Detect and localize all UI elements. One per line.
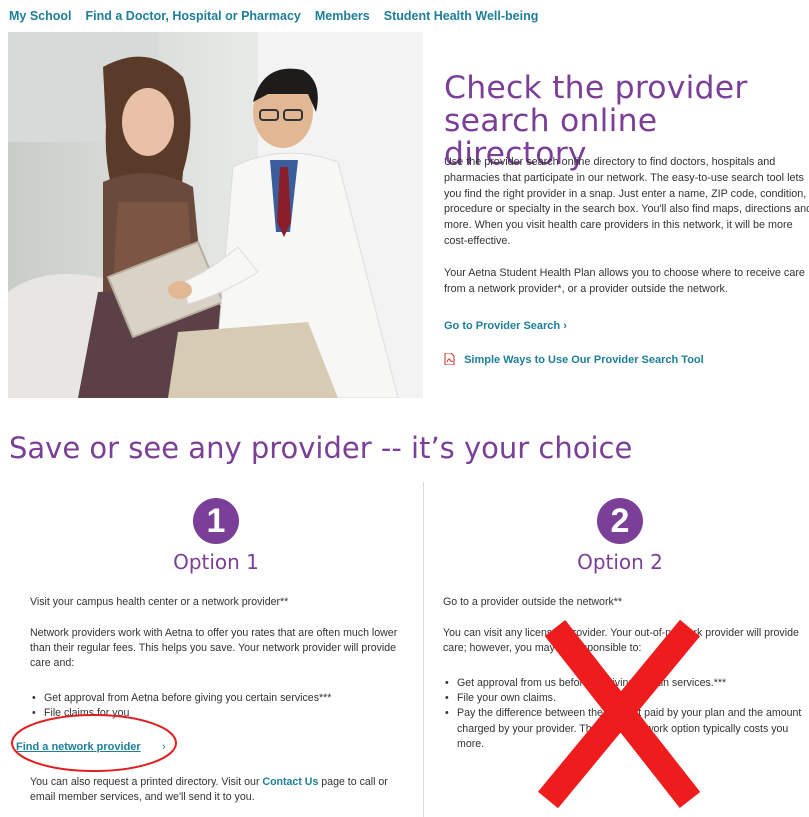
provider-search-pdf-link[interactable]: Simple Ways to Use Our Provider Search T… bbox=[444, 353, 704, 366]
contact-us-link[interactable]: Contact Us bbox=[262, 776, 318, 788]
option1-body: Network providers work with Aetna to off… bbox=[30, 627, 398, 670]
find-network-provider-label: Find a network provider bbox=[16, 741, 141, 753]
list-item: File claims for you bbox=[32, 706, 424, 721]
list-item: File your own claims. bbox=[445, 691, 809, 706]
pdf-icon bbox=[444, 353, 455, 365]
nav-find-doctor[interactable]: Find a Doctor, Hospital or Pharmacy bbox=[86, 6, 301, 26]
section-title: Save or see any provider -- it’s your ch… bbox=[9, 431, 633, 465]
list-item: Get approval from us before receiving ce… bbox=[445, 676, 809, 691]
list-item: Get approval from Aetna before giving yo… bbox=[32, 691, 424, 706]
option2-bullets: Get approval from us before receiving ce… bbox=[443, 676, 809, 752]
nav-members[interactable]: Members bbox=[315, 6, 370, 26]
option1-title: Option 1 bbox=[173, 550, 259, 574]
list-item: Pay the difference between the amount pa… bbox=[445, 706, 809, 752]
hero-illustration bbox=[8, 32, 423, 398]
hero-photo bbox=[8, 32, 423, 398]
column-divider bbox=[423, 482, 424, 817]
chevron-right-icon: › bbox=[162, 741, 166, 753]
find-network-provider-link[interactable]: Find a network provider bbox=[16, 741, 141, 753]
go-to-provider-search-link[interactable]: Go to Provider Search › bbox=[444, 320, 567, 332]
nav-my-school[interactable]: My School bbox=[9, 6, 72, 26]
option1-bullets: Get approval from Aetna before giving yo… bbox=[30, 691, 424, 722]
option1-badge: 1 bbox=[193, 498, 239, 544]
option2-intro: Go to a provider outside the network** bbox=[443, 596, 623, 608]
option2-badge: 2 bbox=[597, 498, 643, 544]
option1-intro: Visit your campus health center or a net… bbox=[30, 596, 289, 608]
directory-description: Use the provider search online directory… bbox=[444, 156, 809, 247]
chevron-right-icon: › bbox=[563, 320, 567, 332]
page-title-line1: Check the provider bbox=[444, 70, 748, 106]
option1-footer-pre: You can also request a printed directory… bbox=[30, 776, 263, 788]
plan-choice-description: Your Aetna Student Health Plan allows yo… bbox=[444, 267, 805, 295]
option1-footer: You can also request a printed directory… bbox=[30, 775, 412, 805]
option2-body: You can visit any licensed provider. You… bbox=[443, 627, 799, 655]
top-nav: My School Find a Doctor, Hospital or Pha… bbox=[9, 6, 538, 26]
nav-student-health[interactable]: Student Health Well-being bbox=[384, 6, 539, 26]
option2-title: Option 2 bbox=[577, 550, 663, 574]
go-to-provider-search-label: Go to Provider Search bbox=[444, 320, 561, 332]
provider-search-pdf-label: Simple Ways to Use Our Provider Search T… bbox=[464, 354, 704, 366]
